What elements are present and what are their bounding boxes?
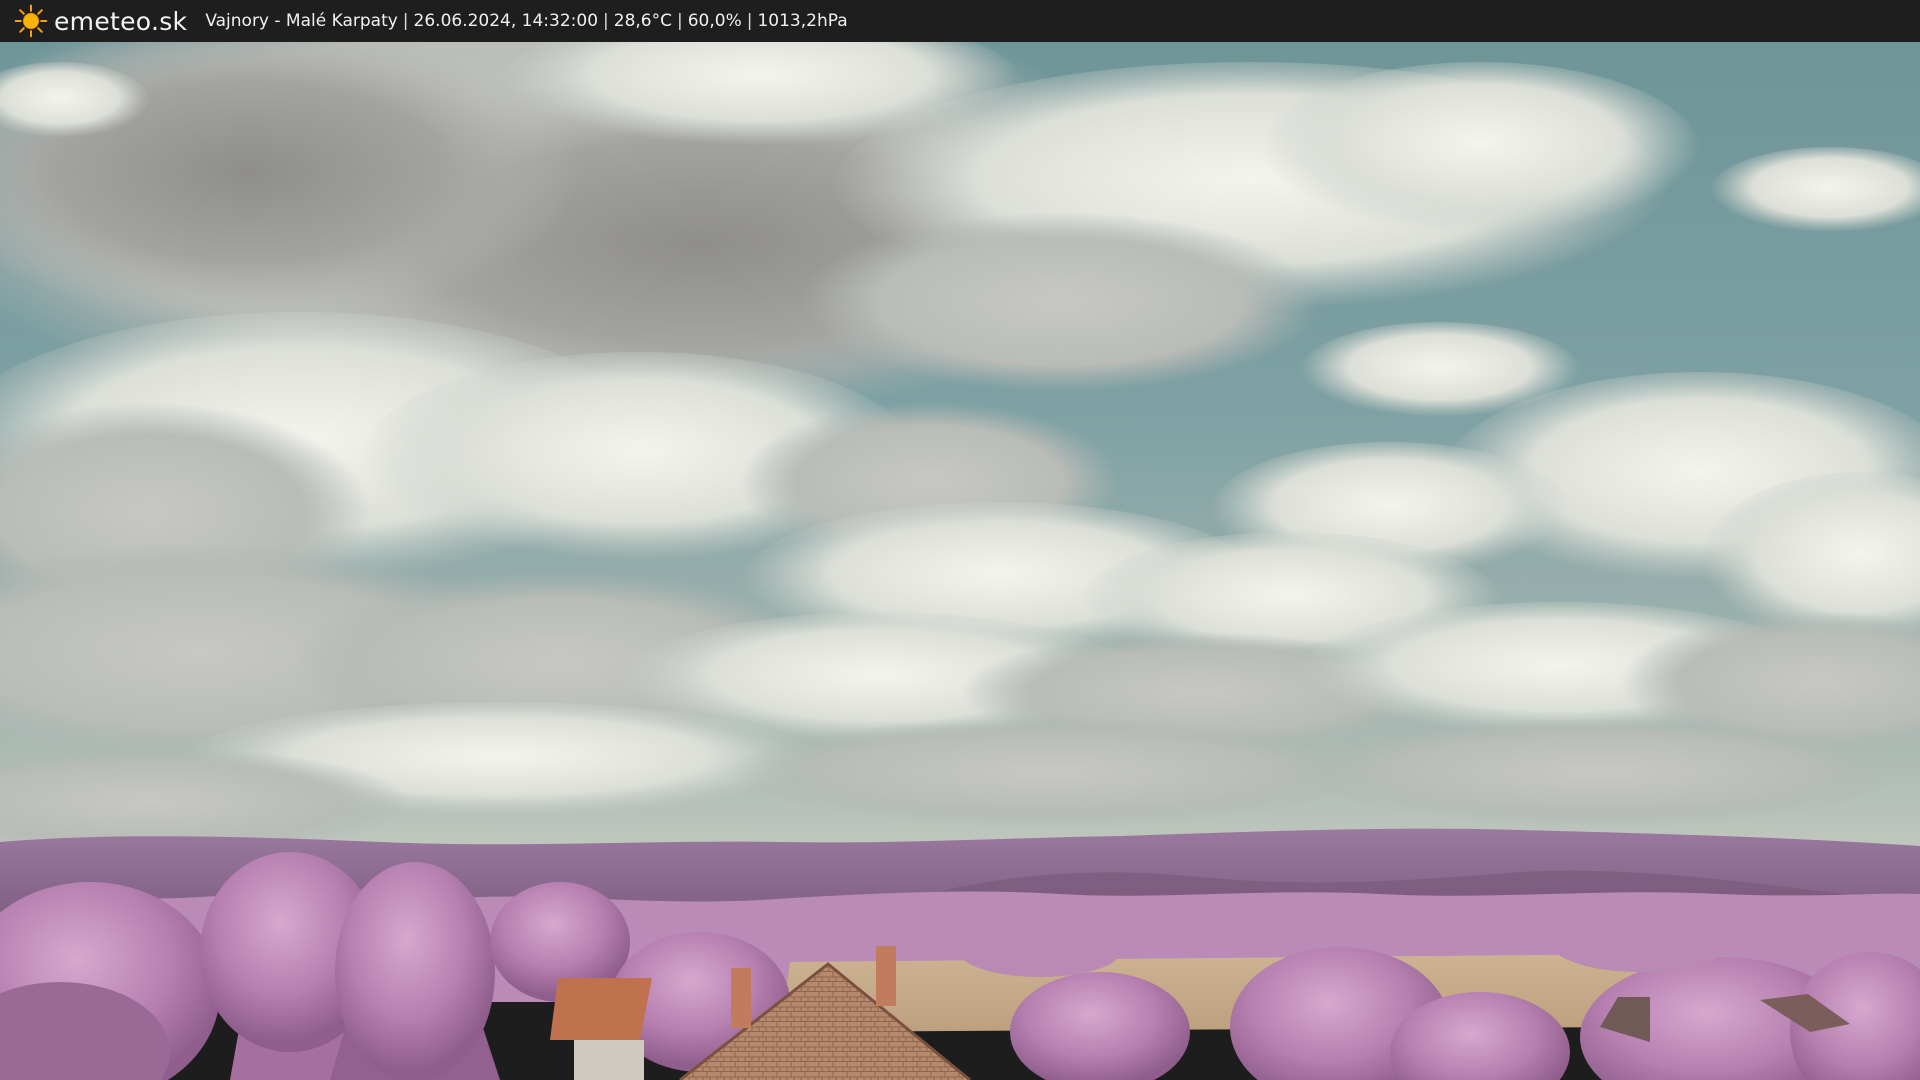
humidity-label: 60,0% [687,11,742,31]
pressure-label: 1013,2hPa [757,11,848,31]
logo[interactable]: emeteo.sk [14,4,187,38]
webcam-frame: emeteo.sk Vajnory - Malé Karpaty | 26.06.2… [0,0,1920,1080]
webcam-image [0,42,1920,1080]
weather-info: Vajnory - Malé Karpaty | 26.06.2024, 14:32… [205,11,847,31]
datetime-label: 26.06.2024, 14:32:00 [413,11,599,31]
sun-icon [14,4,48,38]
separator: | [603,11,609,31]
top-info-bar: emeteo.sk Vajnory - Malé Karpaty | 26.06.2… [0,0,1920,42]
brand-name: emeteo.sk [54,6,188,36]
separator: | [746,11,753,31]
house-left [550,978,652,1080]
separator: | [402,11,409,31]
separator: | [677,11,683,31]
location-label: Vajnory - Malé Karpaty [205,11,398,31]
temperature-label: 28,6°C [613,11,672,31]
